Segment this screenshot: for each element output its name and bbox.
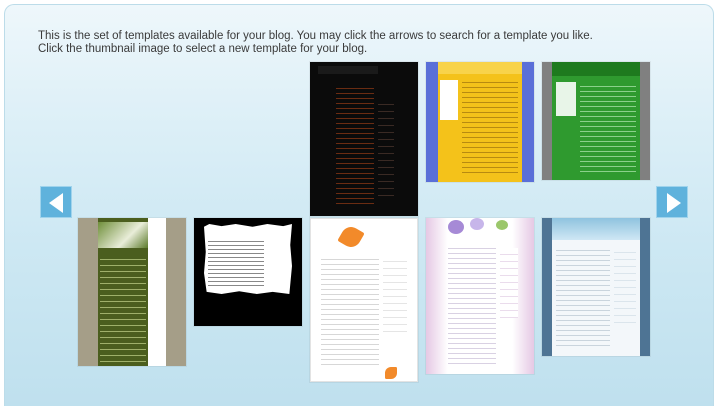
thumbnail-left-band xyxy=(426,62,438,182)
leaf-icon xyxy=(496,220,508,230)
previous-button[interactable] xyxy=(40,186,72,218)
flower-icon xyxy=(470,218,484,230)
template-thumbnail-dark-orange[interactable] xyxy=(310,62,418,216)
thumbnail-sidebar xyxy=(556,82,576,116)
thumbnail-sidebar xyxy=(500,248,518,318)
template-thumbnail-olive-photo[interactable] xyxy=(78,218,186,366)
thumbnail-posts xyxy=(556,246,610,350)
thumbnail-header-photo xyxy=(98,222,148,248)
thumbnail-right-band xyxy=(522,62,534,182)
thumbnail-sidebar xyxy=(383,255,407,335)
left-arrow-icon xyxy=(49,193,63,213)
template-thumbnail-black-ink[interactable] xyxy=(194,218,302,326)
template-thumbnail-purple-flower[interactable] xyxy=(426,218,534,374)
thumbnail-posts xyxy=(336,84,374,204)
thumbnail-left-band xyxy=(542,62,552,180)
flower-icon xyxy=(448,220,464,234)
thumbnail-sidebar xyxy=(148,218,166,366)
thumbnail-posts xyxy=(321,255,379,365)
template-thumbnail-orange-flower[interactable] xyxy=(310,218,418,382)
intro-line-1: This is the set of templates available f… xyxy=(38,30,593,42)
thumbnail-posts xyxy=(208,238,264,288)
thumbnail-header xyxy=(318,66,378,74)
thumbnail-sidebar xyxy=(440,80,458,120)
template-thumbnail-green[interactable] xyxy=(542,62,650,180)
thumbnail-right-band xyxy=(640,62,650,180)
intro-text: This is the set of templates available f… xyxy=(38,30,698,56)
thumbnail-posts xyxy=(580,82,636,172)
flower-icon xyxy=(385,367,397,379)
next-button[interactable] xyxy=(656,186,688,218)
right-arrow-icon xyxy=(667,193,681,213)
thumbnail-sidebar xyxy=(614,246,636,326)
thumbnail-posts xyxy=(100,254,146,362)
thumbnail-posts xyxy=(462,78,518,174)
flower-icon xyxy=(337,223,365,251)
template-thumbnail-yellow-blue[interactable] xyxy=(426,62,534,182)
intro-line-2: Click the thumbnail image to select a ne… xyxy=(38,43,368,55)
thumbnail-sidebar xyxy=(378,98,394,198)
template-thumbnail-sky-blue[interactable] xyxy=(542,218,650,356)
thumbnail-header xyxy=(552,218,640,240)
thumbnail-header xyxy=(552,62,640,76)
thumbnail-header xyxy=(438,62,522,74)
thumbnail-posts xyxy=(448,244,496,364)
